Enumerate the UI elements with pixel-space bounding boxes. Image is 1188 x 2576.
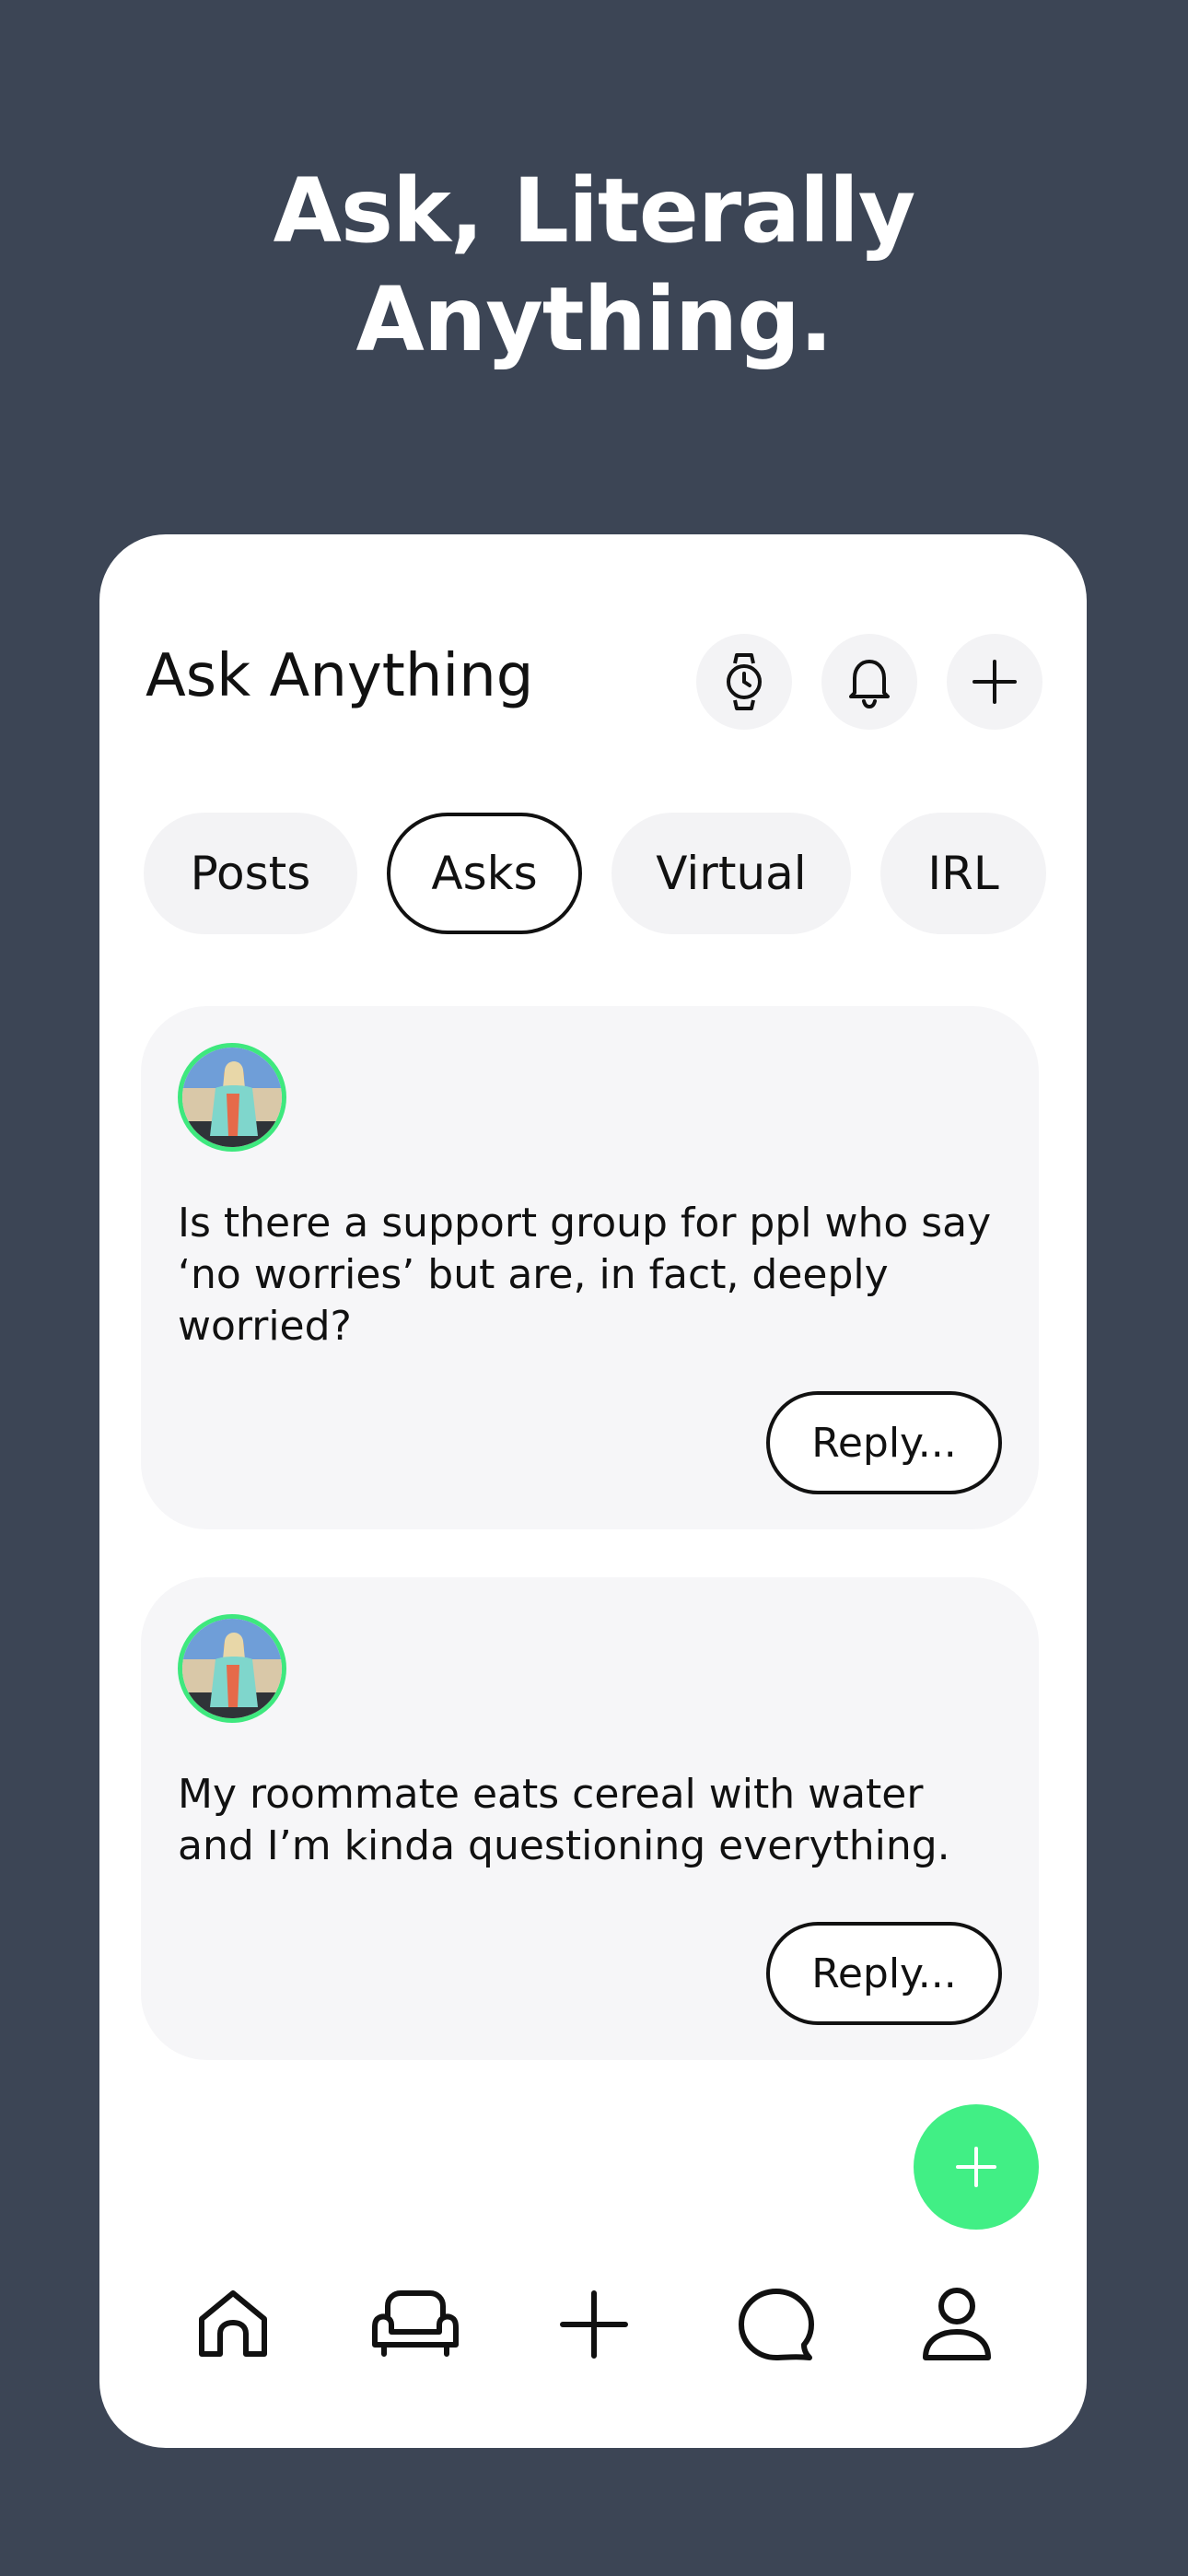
ask-card: Is there a support group for ppl who say… (141, 1006, 1039, 1529)
tab-virtual[interactable]: Virtual (611, 813, 851, 934)
avatar[interactable] (178, 1614, 286, 1723)
ask-card: My roommate eats cereal with water and I… (141, 1577, 1039, 2060)
tab-irl[interactable]: IRL (880, 813, 1046, 934)
create-ask-button[interactable] (914, 2104, 1039, 2230)
add-button[interactable] (947, 634, 1042, 730)
reply-button[interactable]: Reply... (766, 1922, 1002, 2025)
couch-icon (372, 2290, 459, 2357)
chat-bubble-icon (739, 2289, 814, 2360)
notifications-button[interactable] (821, 634, 917, 730)
nav-lounge[interactable] (365, 2274, 466, 2375)
home-icon (199, 2290, 267, 2357)
tab-posts[interactable]: Posts (144, 813, 357, 934)
promo-headline: Ask, Literally Anything. (0, 157, 1188, 374)
ask-text: Is there a support group for ppl who say… (178, 1200, 992, 1350)
nav-create[interactable] (543, 2274, 645, 2375)
bell-icon (849, 660, 890, 709)
app-screen: Ask Anything Posts Asks Virtual IRL Is t… (99, 534, 1087, 2448)
watch-icon (727, 653, 762, 710)
plus-icon (956, 2147, 996, 2187)
watch-button[interactable] (696, 634, 792, 730)
headline-line-2: Anything. (355, 268, 833, 371)
page-title: Ask Anything (146, 642, 534, 710)
nav-home[interactable] (182, 2274, 284, 2375)
nav-messages[interactable] (726, 2274, 827, 2375)
nav-profile[interactable] (906, 2274, 1007, 2375)
ask-text: My roommate eats cereal with water and I… (178, 1771, 950, 1869)
headline-line-1: Ask, Literally (273, 159, 916, 263)
avatar[interactable] (178, 1043, 286, 1152)
plus-icon (560, 2290, 628, 2359)
plus-icon (973, 660, 1017, 704)
tab-asks[interactable]: Asks (387, 813, 582, 934)
profile-icon (923, 2288, 991, 2360)
reply-button[interactable]: Reply... (766, 1391, 1002, 1494)
